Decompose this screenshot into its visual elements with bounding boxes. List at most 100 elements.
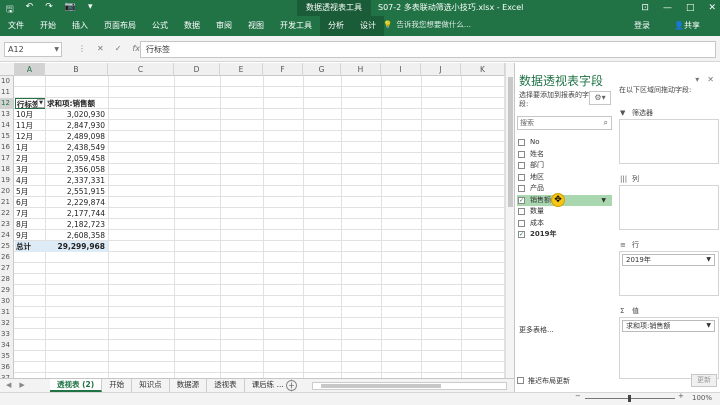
field-item[interactable]: 部门	[517, 160, 612, 171]
column-header[interactable]: H	[341, 63, 381, 76]
minimize-button[interactable]: —	[663, 0, 672, 16]
checkbox[interactable]	[518, 208, 525, 215]
chevron-down-icon[interactable]: ▼	[706, 321, 711, 331]
cell-a[interactable]	[15, 307, 45, 318]
scrollbar-thumb[interactable]	[321, 384, 441, 388]
cell-a[interactable]	[15, 318, 45, 329]
cell-a[interactable]	[15, 340, 45, 351]
cell-b[interactable]: 2,847,930	[45, 120, 108, 131]
column-header[interactable]: E	[220, 63, 263, 76]
checkbox[interactable]	[518, 173, 525, 181]
column-header[interactable]: J	[421, 63, 461, 76]
more-tables-link[interactable]: 更多表格...	[519, 325, 554, 335]
row-header[interactable]: 26	[0, 252, 14, 263]
row-header[interactable]: 36	[0, 362, 14, 373]
cell-b[interactable]: 2,551,915	[45, 186, 108, 197]
row-header[interactable]: 27	[0, 263, 14, 274]
cell-b[interactable]	[45, 252, 108, 263]
row-header[interactable]: 32	[0, 318, 14, 329]
row-header[interactable]: 10	[0, 76, 14, 87]
cell-a[interactable]: 10月	[15, 109, 45, 120]
cell-b[interactable]: 2,182,723	[45, 219, 108, 230]
tab-review[interactable]: 审阅	[208, 16, 240, 36]
field-item[interactable]: 数量	[517, 206, 612, 217]
zoom-level[interactable]: 100%	[692, 394, 712, 402]
tab-design[interactable]: 设计	[352, 16, 384, 36]
tab-data[interactable]: 数据	[176, 16, 208, 36]
row-header[interactable]: 20	[0, 186, 14, 197]
values-area[interactable]: Σ值 求和项:销售额 ▼	[619, 305, 719, 379]
sheet-tab[interactable]: 开始	[102, 379, 133, 392]
values-field-chip[interactable]: 求和项:销售额 ▼	[622, 320, 715, 332]
pane-options-icon[interactable]: ▾	[695, 75, 699, 84]
close-button[interactable]: ✕	[708, 0, 716, 16]
sheet-tab[interactable]: 知识点	[132, 379, 170, 392]
row-header[interactable]: 35	[0, 351, 14, 362]
cell-b[interactable]: 2,337,331	[45, 175, 108, 186]
row-header[interactable]: 23	[0, 219, 14, 230]
sheet-tab[interactable]: 透视表	[207, 379, 245, 392]
cell-b[interactable]: 29,299,968	[45, 241, 108, 252]
more-options-icon[interactable]: ⋮	[78, 42, 86, 56]
row-header[interactable]: 21	[0, 197, 14, 208]
column-header[interactable]: C	[108, 63, 174, 76]
cell-b[interactable]: 2,489,098	[45, 131, 108, 142]
cell-b[interactable]	[45, 263, 108, 274]
vertical-scrollbar[interactable]	[505, 63, 514, 378]
cell-b[interactable]: 2,229,874	[45, 197, 108, 208]
row-header[interactable]: 11	[0, 87, 14, 98]
cell-b[interactable]	[45, 296, 108, 307]
chevron-down-icon[interactable]: ▼	[54, 43, 59, 56]
field-item[interactable]: 地区	[517, 172, 612, 183]
row-header[interactable]: 15	[0, 131, 14, 142]
update-button[interactable]: 更新	[691, 374, 717, 387]
sign-in-link[interactable]: 登录	[634, 16, 650, 36]
cell-a[interactable]	[15, 87, 45, 98]
row-header[interactable]: 31	[0, 307, 14, 318]
tab-view[interactable]: 视图	[240, 16, 272, 36]
row-header[interactable]: 34	[0, 340, 14, 351]
gear-icon[interactable]: ⚙▾	[589, 91, 611, 105]
cell-b[interactable]: 2,356,058	[45, 164, 108, 175]
share-button[interactable]: 👤共享	[674, 16, 700, 36]
row-header[interactable]: 17	[0, 153, 14, 164]
cell-b[interactable]	[45, 351, 108, 362]
tab-file[interactable]: 文件	[0, 16, 32, 36]
row-header[interactable]: 30	[0, 296, 14, 307]
row-header[interactable]: 22	[0, 208, 14, 219]
scroll-left-icon[interactable]: ◀	[6, 379, 11, 392]
tab-page-layout[interactable]: 页面布局	[96, 16, 144, 36]
field-item[interactable]: 成本	[517, 218, 612, 229]
row-header[interactable]: 12	[0, 98, 14, 109]
horizontal-scrollbar[interactable]	[312, 382, 507, 390]
chevron-down-icon[interactable]: ▼	[601, 195, 606, 206]
zoom-out-button[interactable]: −	[575, 392, 581, 400]
cell-b[interactable]: 2,608,358	[45, 230, 108, 241]
cell-a[interactable]: 9月	[15, 230, 45, 241]
row-header[interactable]: 25	[0, 241, 14, 252]
cell-a[interactable]: 11月	[15, 120, 45, 131]
cell-b[interactable]	[45, 329, 108, 340]
row-header[interactable]: 28	[0, 274, 14, 285]
row-header[interactable]: 16	[0, 142, 14, 153]
ribbon-display-options-icon[interactable]: ⊡	[641, 0, 649, 16]
rows-area[interactable]: ≡ 行 2019年 ▼	[619, 239, 719, 296]
columns-area[interactable]: ||| 列	[619, 173, 719, 230]
column-header[interactable]: B	[45, 63, 108, 76]
cell-b[interactable]	[45, 87, 108, 98]
zoom-slider[interactable]: − +	[575, 392, 685, 402]
checkbox[interactable]	[518, 219, 525, 227]
cell-b[interactable]: 2,059,458	[45, 153, 108, 164]
cell-b[interactable]: 求和项:销售额	[45, 98, 108, 109]
cell-a[interactable]: 4月	[15, 175, 45, 186]
cell-b[interactable]: 3,020,930	[45, 109, 108, 120]
column-header[interactable]: D	[174, 63, 220, 76]
scroll-right-icon[interactable]: ▶	[19, 379, 24, 392]
zoom-knob[interactable]	[628, 395, 631, 402]
tab-home[interactable]: 开始	[32, 16, 64, 36]
cell-a[interactable]	[15, 285, 45, 296]
tab-developer[interactable]: 开发工具	[272, 16, 320, 36]
cell-a[interactable]: 7月	[15, 208, 45, 219]
cell-a[interactable]	[15, 274, 45, 285]
cell-a[interactable]	[15, 76, 45, 87]
